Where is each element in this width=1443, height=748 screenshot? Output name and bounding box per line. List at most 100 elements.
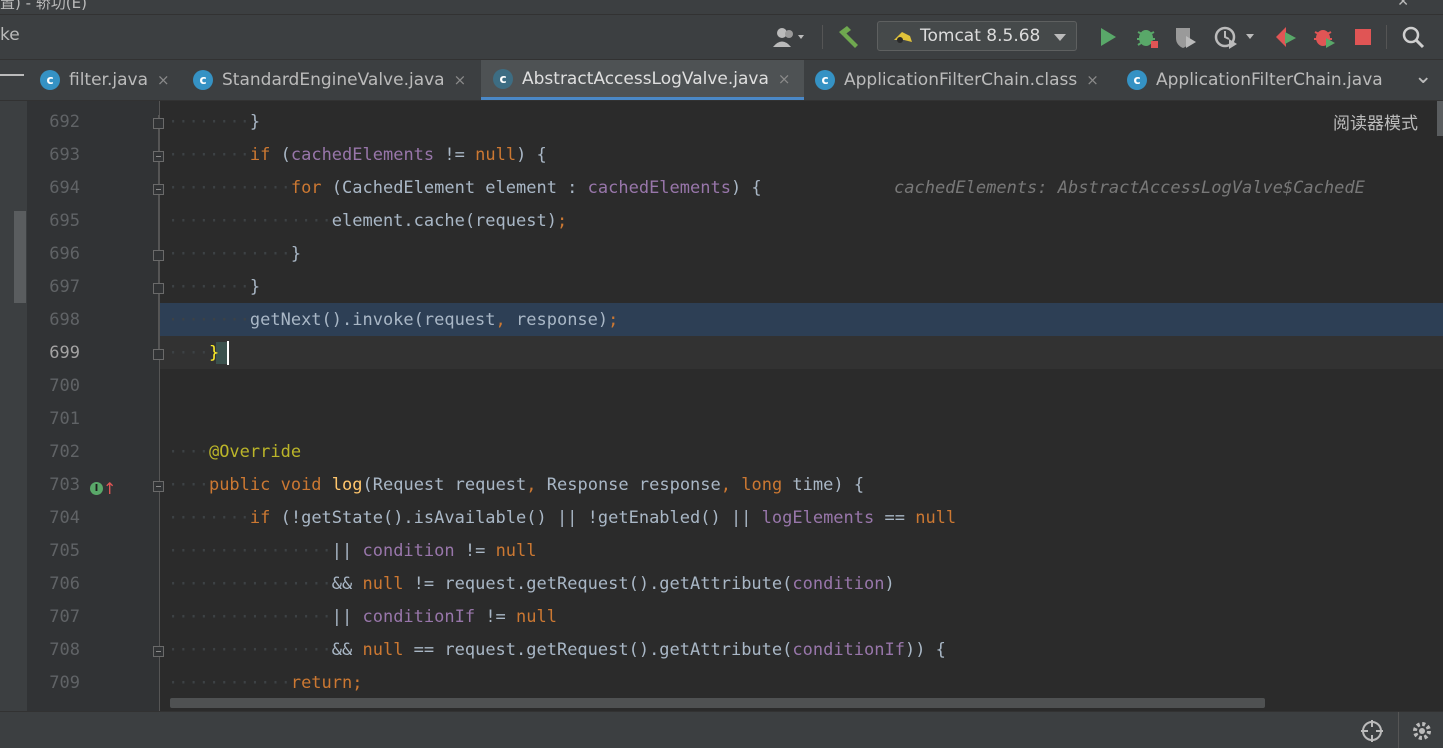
target-icon[interactable] xyxy=(1360,719,1384,747)
line-number: 706 xyxy=(49,574,80,594)
debug-icon[interactable] xyxy=(1133,23,1161,51)
line-number-current: 699 xyxy=(49,343,80,363)
java-class-icon: c xyxy=(193,70,213,90)
tab-application-filter-chain-class[interactable]: c ApplicationFilterChain.class × xyxy=(815,60,1099,100)
tab-application-filter-chain-java[interactable]: c ApplicationFilterChain.java xyxy=(1127,60,1383,100)
status-bar xyxy=(0,711,1443,748)
line-number: 695 xyxy=(49,211,80,231)
right-scroll-indicator xyxy=(1437,101,1443,136)
tab-filter-java[interactable]: c filter.java × xyxy=(40,60,170,100)
inline-debug-value-hint: cachedElements: AbstractAccessLogValve$C… xyxy=(894,178,1365,198)
line-number: 696 xyxy=(49,244,80,264)
toolbar-separator xyxy=(822,25,823,49)
run-configuration-dropdown[interactable]: Tomcat 8.5.68 xyxy=(877,21,1077,51)
debug-bug-red-icon[interactable] xyxy=(1310,23,1338,51)
code-line-696: ············} xyxy=(168,244,302,264)
tab-label: ApplicationFilterChain.class xyxy=(844,70,1078,90)
code-line-709: ············return; xyxy=(168,673,363,693)
code-line-704: ········if (!getState().isAvailable() ||… xyxy=(168,508,957,528)
abstract-class-icon: c xyxy=(493,68,513,89)
gear-icon[interactable] xyxy=(1410,719,1434,747)
implements-override-gutter[interactable]: I ↑ xyxy=(90,479,116,498)
line-number: 697 xyxy=(49,277,80,297)
code-line-702: ····@Override xyxy=(168,442,302,462)
window-title: 置) - 轿功(E) xyxy=(0,0,87,12)
coverage-icon[interactable] xyxy=(1171,23,1199,51)
line-number: 705 xyxy=(49,541,80,561)
fold-marker-icon[interactable] xyxy=(153,118,164,129)
code-line-697: ········} xyxy=(168,277,261,297)
hammer-icon[interactable] xyxy=(834,23,862,51)
main-toolbar: ke Tomcat 8.5.68 xyxy=(0,15,1443,60)
run-icon[interactable] xyxy=(1096,23,1120,51)
editor-tab-bar: c filter.java × c StandardEngineValve.ja… xyxy=(0,60,1443,101)
attach-debugger-icon[interactable] xyxy=(1272,23,1300,51)
code-line-695: ················element.cache(request); xyxy=(168,211,568,231)
reader-mode-toggle[interactable]: 阅读器模式 xyxy=(1333,109,1418,134)
close-tab-icon[interactable]: × xyxy=(454,71,467,89)
code-line-705: ················|| condition != null xyxy=(168,541,537,561)
close-tab-icon[interactable]: × xyxy=(1086,71,1099,89)
java-class-icon: c xyxy=(1127,70,1147,90)
window-title-bar: 置) - 轿功(E) ✕ xyxy=(0,0,1443,15)
tab-label: AbstractAccessLogValve.java xyxy=(522,68,769,89)
close-tab-icon[interactable]: × xyxy=(778,70,791,88)
java-class-icon: c xyxy=(40,70,60,90)
line-number: 693 xyxy=(49,145,80,165)
left-tool-strip xyxy=(0,101,27,711)
line-number: 704 xyxy=(49,508,80,528)
vertical-scrollbar-thumb[interactable] xyxy=(14,211,26,303)
line-number: 708 xyxy=(49,640,80,660)
line-number: 701 xyxy=(49,409,80,429)
tab-abstract-access-log-valve[interactable]: c AbstractAccessLogValve.java × xyxy=(481,60,804,100)
code-line-706: ················&& null != request.getRe… xyxy=(168,574,895,594)
fold-marker-icon[interactable] xyxy=(153,151,164,162)
tab-label: ApplicationFilterChain.java xyxy=(1156,70,1383,90)
tab-overflow-chevron-icon[interactable]: ⌄ xyxy=(1414,64,1432,89)
run-configuration-label: Tomcat 8.5.68 xyxy=(920,26,1041,46)
horizontal-scrollbar-thumb[interactable] xyxy=(170,698,1265,708)
line-number: 698 xyxy=(49,310,80,330)
line-number: 700 xyxy=(49,376,80,396)
tab-standard-engine-valve[interactable]: c StandardEngineValve.java × xyxy=(193,60,466,100)
line-number: 703 xyxy=(49,475,80,495)
code-line-693: ········if (cachedElements != null) { xyxy=(168,145,547,165)
code-line-692: ········} xyxy=(168,112,261,132)
profiler-icon[interactable] xyxy=(1212,23,1260,51)
fold-marker-icon[interactable] xyxy=(153,283,164,294)
status-separator xyxy=(1398,712,1399,748)
close-tab-icon[interactable]: × xyxy=(157,71,170,89)
code-line-703: ····public void log(Request request, Res… xyxy=(168,475,865,495)
line-number: 707 xyxy=(49,607,80,627)
code-editor[interactable]: 阅读器模式 692 693 694 695 696 697 698 699 70… xyxy=(0,101,1443,711)
fold-marker-icon[interactable] xyxy=(153,349,164,360)
fold-marker-icon[interactable] xyxy=(153,250,164,261)
text-caret xyxy=(227,341,229,365)
code-line-699: ····} xyxy=(168,343,220,363)
fold-marker-icon[interactable] xyxy=(153,184,164,195)
user-icon[interactable] xyxy=(772,23,812,51)
tab-label: StandardEngineValve.java xyxy=(222,70,445,90)
tab-label: filter.java xyxy=(69,70,149,90)
line-number: 709 xyxy=(49,673,80,693)
line-number: 702 xyxy=(49,442,80,462)
override-arrow-up-icon: ↑ xyxy=(103,479,117,498)
search-icon[interactable] xyxy=(1399,23,1427,51)
code-line-698: ········getNext().invoke(request, respon… xyxy=(168,310,619,330)
project-name: ke xyxy=(0,25,20,45)
stop-icon[interactable] xyxy=(1352,23,1374,51)
chevron-down-icon xyxy=(1054,34,1066,41)
toolbar-separator xyxy=(1386,25,1387,49)
fold-marker-icon[interactable] xyxy=(153,646,164,657)
code-line-694: ············for (CachedElement element :… xyxy=(168,178,762,198)
fold-marker-icon[interactable] xyxy=(153,481,164,492)
tomcat-icon xyxy=(892,26,914,46)
tab-bar-menu-icon[interactable] xyxy=(0,74,24,76)
implements-icon: I xyxy=(90,482,103,495)
java-class-icon: c xyxy=(815,70,835,90)
caret-row-highlight xyxy=(160,336,1443,369)
window-close-button[interactable]: ✕ xyxy=(1397,0,1409,10)
code-line-708: ················&& null == request.getRe… xyxy=(168,640,946,660)
line-number: 694 xyxy=(49,178,80,198)
code-line-707: ················|| conditionIf != null xyxy=(168,607,557,627)
